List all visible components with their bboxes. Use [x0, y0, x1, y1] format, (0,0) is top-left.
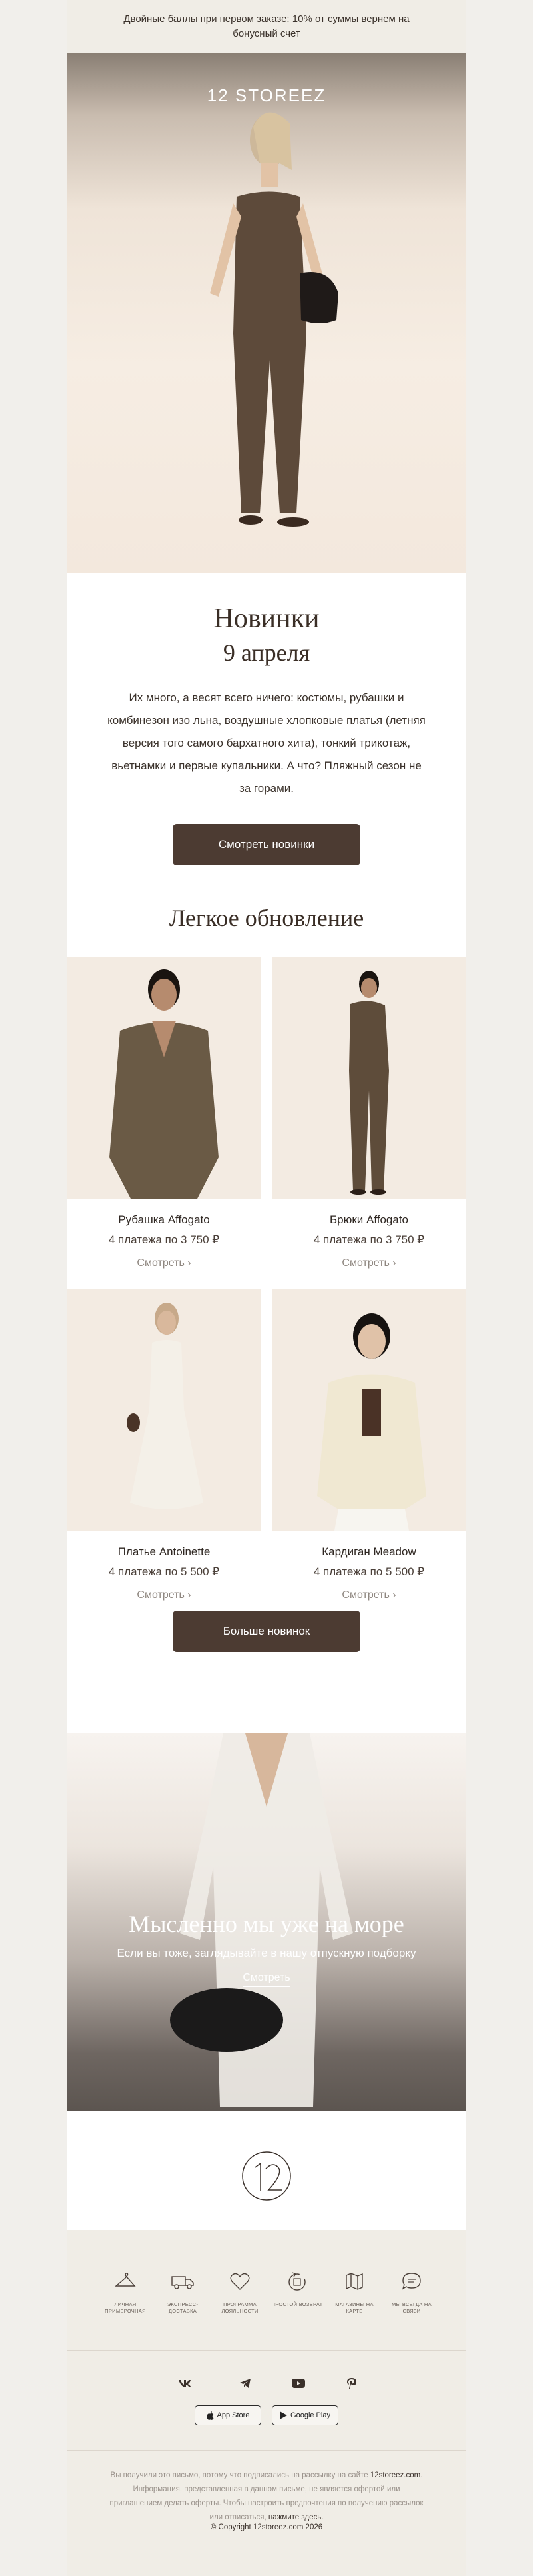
trousers-model-illustration: [349, 971, 389, 1195]
apple-icon: [206, 2411, 214, 2420]
copyright: © Copyright 12storeez.com 2026: [210, 2523, 323, 2531]
footer-divider: [67, 2350, 466, 2351]
feature-support-chat[interactable]: МЫ ВСЕГДА НА СВЯЗИ: [385, 2267, 438, 2315]
app-store-badge[interactable]: App Store: [195, 2405, 261, 2425]
feature-label: МАГАЗИНЫ НА КАРТЕ: [335, 2301, 374, 2314]
feature-loyalty-program[interactable]: ПРОГРАММА ЛОЯЛЬНОСТИ: [213, 2267, 266, 2315]
return-icon: [288, 2272, 306, 2291]
feature-label: МЫ ВСЕГДА НА СВЯЗИ: [392, 2301, 432, 2314]
feature-label: ПРОСТОЙ ВОЗВРАТ: [271, 2301, 323, 2307]
truck-icon: [171, 2276, 194, 2289]
feature-store-map[interactable]: МАГАЗИНЫ НА КАРТЕ: [328, 2267, 381, 2315]
feature-label: ПРОГРАММА ЛОЯЛЬНОСТИ: [221, 2301, 259, 2314]
product-image[interactable]: [67, 1289, 261, 1531]
feature-label: ЛИЧНАЯ ПРИМЕРОЧНАЯ: [105, 2301, 146, 2314]
more-new-arrivals-button[interactable]: Больше новинок: [173, 1611, 360, 1652]
pinterest-icon[interactable]: [344, 2375, 360, 2391]
promo-banner-text: Двойные баллы при первом заказе: 10% от …: [123, 13, 410, 39]
promo-title: Мысленно мы уже на море: [129, 1911, 404, 1937]
footer: ЛИЧНАЯ ПРИМЕРОЧНАЯ ЭКСПРЕСС-ДОСТАВКА ПРО…: [67, 2230, 466, 2576]
hero-image[interactable]: 12 STOREEZ: [67, 53, 466, 573]
product-image[interactable]: [67, 957, 261, 1199]
cardigan-model-illustration: [317, 1313, 426, 1531]
footer-divider: [67, 2450, 466, 2451]
vacation-promo-banner[interactable]: Мысленно мы уже на море Если вы тоже, за…: [67, 1733, 466, 2111]
app-store-label: App Store: [217, 2411, 250, 2419]
vk-icon[interactable]: [177, 2375, 193, 2391]
product-price: 4 платежа по 5 500 ₽: [108, 1565, 220, 1578]
brand-logo[interactable]: 12 STOREEZ: [67, 85, 466, 106]
product-name[interactable]: Платье Antoinette: [67, 1545, 261, 1559]
heart-icon: [230, 2273, 250, 2290]
feature-express-delivery[interactable]: ЭКСПРЕСС-ДОСТАВКА: [156, 2267, 209, 2315]
product-image[interactable]: [272, 957, 466, 1199]
product-view-link[interactable]: Смотреть ›: [272, 1257, 466, 1269]
new-arrivals-title: Новинки: [213, 603, 320, 634]
google-play-icon: [280, 2411, 288, 2419]
site-link[interactable]: 12storeez.com: [370, 2471, 420, 2479]
product-view-link[interactable]: Смотреть ›: [67, 1589, 261, 1601]
feature-label: ЭКСПРЕСС-ДОСТАВКА: [167, 2301, 199, 2314]
product-card[interactable]: Рубашка Affogato 4 платежа по 3 750 ₽ См…: [67, 957, 261, 1269]
product-card[interactable]: Платье Antoinette 4 платежа по 5 500 ₽ С…: [67, 1289, 261, 1601]
brand-monogram-icon[interactable]: [241, 2150, 292, 2202]
section-title: Легкое обновление: [169, 905, 364, 931]
hanger-icon: [115, 2273, 136, 2287]
unsubscribe-link[interactable]: нажмите здесь.: [268, 2513, 324, 2521]
shirt-model-illustration: [109, 969, 219, 1199]
product-name[interactable]: Брюки Affogato: [272, 1213, 466, 1227]
product-card[interactable]: Кардиган Meadow 4 платежа по 5 500 ₽ Смо…: [272, 1289, 466, 1601]
google-play-label: Google Play: [290, 2411, 330, 2419]
feature-personal-fitting[interactable]: ЛИЧНАЯ ПРИМЕРОЧНАЯ: [99, 2267, 152, 2315]
product-card[interactable]: Брюки Affogato 4 платежа по 3 750 ₽ Смот…: [272, 957, 466, 1269]
chat-icon: [402, 2273, 421, 2290]
map-icon: [346, 2273, 363, 2290]
product-view-link[interactable]: Смотреть ›: [272, 1589, 466, 1601]
product-image[interactable]: [272, 1289, 466, 1531]
product-price: 4 платежа по 3 750 ₽: [108, 1233, 220, 1246]
hero-model-illustration: [210, 112, 338, 527]
promo-banner[interactable]: Двойные баллы при первом заказе: 10% от …: [67, 0, 466, 53]
feature-easy-return[interactable]: ПРОСТОЙ ВОЗВРАТ: [270, 2267, 324, 2308]
product-view-link[interactable]: Смотреть ›: [67, 1257, 261, 1269]
new-arrivals-date: 9 апреля: [223, 639, 310, 666]
view-new-arrivals-button[interactable]: Смотреть новинки: [173, 824, 360, 865]
telegram-icon[interactable]: [237, 2375, 253, 2391]
product-price: 4 платежа по 5 500 ₽: [313, 1565, 425, 1578]
product-name[interactable]: Рубашка Affogato: [67, 1213, 261, 1227]
promo-subtitle: Если вы тоже, заглядывайте в нашу отпуск…: [117, 1947, 416, 1959]
product-grid: Рубашка Affogato 4 платежа по 3 750 ₽ См…: [67, 957, 466, 1652]
youtube-icon[interactable]: [290, 2375, 306, 2391]
product-price: 4 платежа по 3 750 ₽: [313, 1233, 425, 1246]
product-name[interactable]: Кардиган Meadow: [272, 1545, 466, 1559]
email-container: Двойные баллы при первом заказе: 10% от …: [67, 0, 466, 2576]
legal-disclaimer: Вы получили это письмо, потому что подпи…: [109, 2471, 424, 2521]
new-arrivals-description: Их много, а весят всего ничего: костюмы,…: [107, 691, 426, 795]
dress-model-illustration: [127, 1303, 203, 1509]
promo-view-link[interactable]: Смотреть: [67, 1972, 466, 1987]
google-play-badge[interactable]: Google Play: [272, 2405, 338, 2425]
